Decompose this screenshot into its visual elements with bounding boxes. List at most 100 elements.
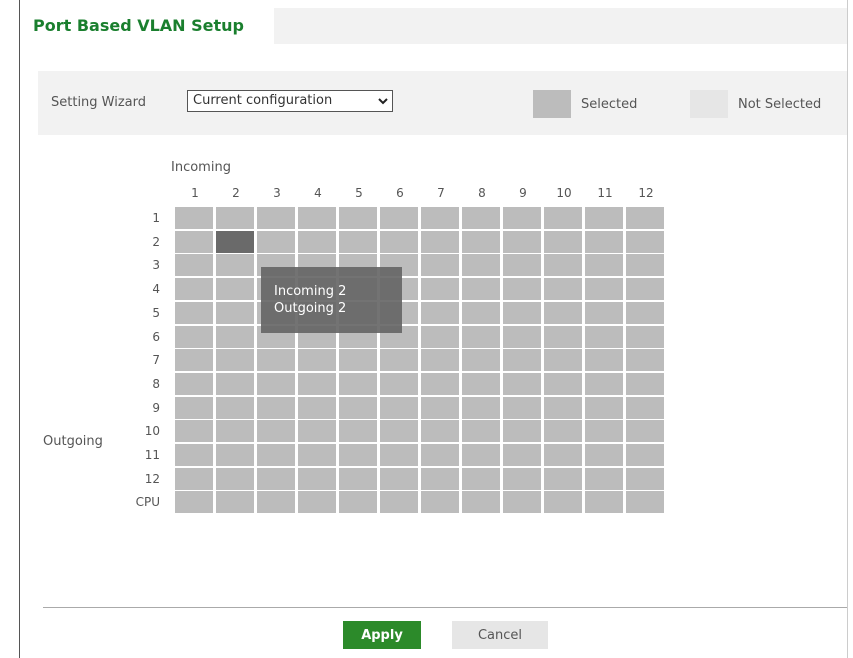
matrix-cell[interactable]: [544, 420, 582, 443]
matrix-cell[interactable]: [585, 396, 623, 419]
matrix-cell[interactable]: [380, 396, 418, 419]
matrix-cell[interactable]: [339, 467, 377, 490]
matrix-cell[interactable]: [503, 278, 541, 301]
matrix-cell[interactable]: [175, 230, 213, 253]
matrix-cell[interactable]: [462, 207, 500, 229]
matrix-cell[interactable]: [257, 444, 295, 466]
matrix-cell[interactable]: [216, 467, 254, 490]
matrix-cell[interactable]: [462, 325, 500, 348]
matrix-cell[interactable]: [216, 207, 254, 229]
matrix-cell[interactable]: [298, 420, 336, 443]
matrix-cell[interactable]: [380, 207, 418, 229]
matrix-cell[interactable]: [175, 396, 213, 419]
matrix-cell[interactable]: [298, 491, 336, 514]
matrix-cell[interactable]: [175, 420, 213, 443]
matrix-cell[interactable]: [626, 278, 664, 301]
matrix-cell[interactable]: [626, 325, 664, 348]
setting-wizard-select[interactable]: Current configuration: [187, 90, 393, 112]
matrix-cell[interactable]: [585, 420, 623, 443]
matrix-cell[interactable]: [503, 420, 541, 443]
matrix-cell[interactable]: [503, 467, 541, 490]
matrix-cell[interactable]: [626, 467, 664, 490]
matrix-cell[interactable]: [298, 349, 336, 372]
matrix-cell[interactable]: [585, 254, 623, 277]
matrix-cell[interactable]: [298, 444, 336, 466]
matrix-cell[interactable]: [626, 301, 664, 324]
matrix-cell[interactable]: [585, 325, 623, 348]
matrix-cell[interactable]: [216, 372, 254, 395]
matrix-cell[interactable]: [544, 444, 582, 466]
matrix-cell[interactable]: [585, 444, 623, 466]
matrix-cell[interactable]: [257, 467, 295, 490]
matrix-cell[interactable]: [462, 278, 500, 301]
matrix-cell[interactable]: [380, 444, 418, 466]
matrix-cell[interactable]: [257, 349, 295, 372]
matrix-cell[interactable]: [175, 325, 213, 348]
matrix-cell[interactable]: [421, 278, 459, 301]
matrix-cell[interactable]: [585, 349, 623, 372]
matrix-cell[interactable]: [544, 301, 582, 324]
matrix-cell[interactable]: [216, 325, 254, 348]
matrix-cell[interactable]: [421, 254, 459, 277]
matrix-cell[interactable]: [257, 230, 295, 253]
matrix-cell[interactable]: [462, 254, 500, 277]
matrix-cell[interactable]: [462, 372, 500, 395]
matrix-cell[interactable]: [544, 325, 582, 348]
matrix-cell[interactable]: [175, 349, 213, 372]
matrix-cell[interactable]: [339, 444, 377, 466]
matrix-cell[interactable]: [380, 467, 418, 490]
matrix-cell[interactable]: [175, 301, 213, 324]
matrix-cell[interactable]: [216, 396, 254, 419]
matrix-cell[interactable]: [503, 349, 541, 372]
matrix-cell[interactable]: [585, 230, 623, 253]
matrix-cell[interactable]: [339, 230, 377, 253]
matrix-cell[interactable]: [421, 491, 459, 514]
matrix-cell[interactable]: [216, 349, 254, 372]
matrix-cell[interactable]: [380, 372, 418, 395]
matrix-cell[interactable]: [421, 207, 459, 229]
matrix-cell[interactable]: [421, 349, 459, 372]
matrix-cell[interactable]: [626, 230, 664, 253]
matrix-cell[interactable]: [626, 396, 664, 419]
matrix-cell[interactable]: [626, 372, 664, 395]
matrix-cell[interactable]: [462, 491, 500, 514]
matrix-cell[interactable]: [175, 467, 213, 490]
matrix-cell[interactable]: [298, 230, 336, 253]
matrix-cell[interactable]: [421, 230, 459, 253]
matrix-cell[interactable]: [503, 325, 541, 348]
matrix-cell[interactable]: [626, 420, 664, 443]
matrix-cell[interactable]: [380, 420, 418, 443]
matrix-cell[interactable]: [298, 372, 336, 395]
matrix-cell[interactable]: [216, 491, 254, 514]
matrix-cell[interactable]: [544, 254, 582, 277]
matrix-cell[interactable]: [503, 396, 541, 419]
matrix-cell[interactable]: [544, 278, 582, 301]
matrix-cell[interactable]: [216, 278, 254, 301]
matrix-cell[interactable]: [298, 207, 336, 229]
matrix-cell[interactable]: [257, 396, 295, 419]
matrix-cell[interactable]: [298, 396, 336, 419]
matrix-cell[interactable]: [544, 467, 582, 490]
matrix-cell[interactable]: [175, 254, 213, 277]
matrix-cell[interactable]: [175, 444, 213, 466]
matrix-cell[interactable]: [626, 349, 664, 372]
matrix-cell[interactable]: [585, 278, 623, 301]
matrix-cell[interactable]: [462, 420, 500, 443]
matrix-cell[interactable]: [339, 491, 377, 514]
cancel-button[interactable]: Cancel: [452, 621, 548, 649]
matrix-cell[interactable]: [585, 207, 623, 229]
matrix-cell[interactable]: [421, 301, 459, 324]
matrix-cell[interactable]: [380, 230, 418, 253]
matrix-cell[interactable]: [462, 349, 500, 372]
matrix-cell[interactable]: [339, 396, 377, 419]
matrix-cell[interactable]: [462, 396, 500, 419]
matrix-cell[interactable]: [421, 396, 459, 419]
matrix-cell[interactable]: [503, 254, 541, 277]
matrix-cell[interactable]: [503, 230, 541, 253]
matrix-cell[interactable]: [626, 254, 664, 277]
matrix-cell[interactable]: [503, 207, 541, 229]
matrix-cell[interactable]: [585, 301, 623, 324]
matrix-cell[interactable]: [626, 207, 664, 229]
matrix-cell[interactable]: [339, 207, 377, 229]
matrix-cell[interactable]: [544, 207, 582, 229]
